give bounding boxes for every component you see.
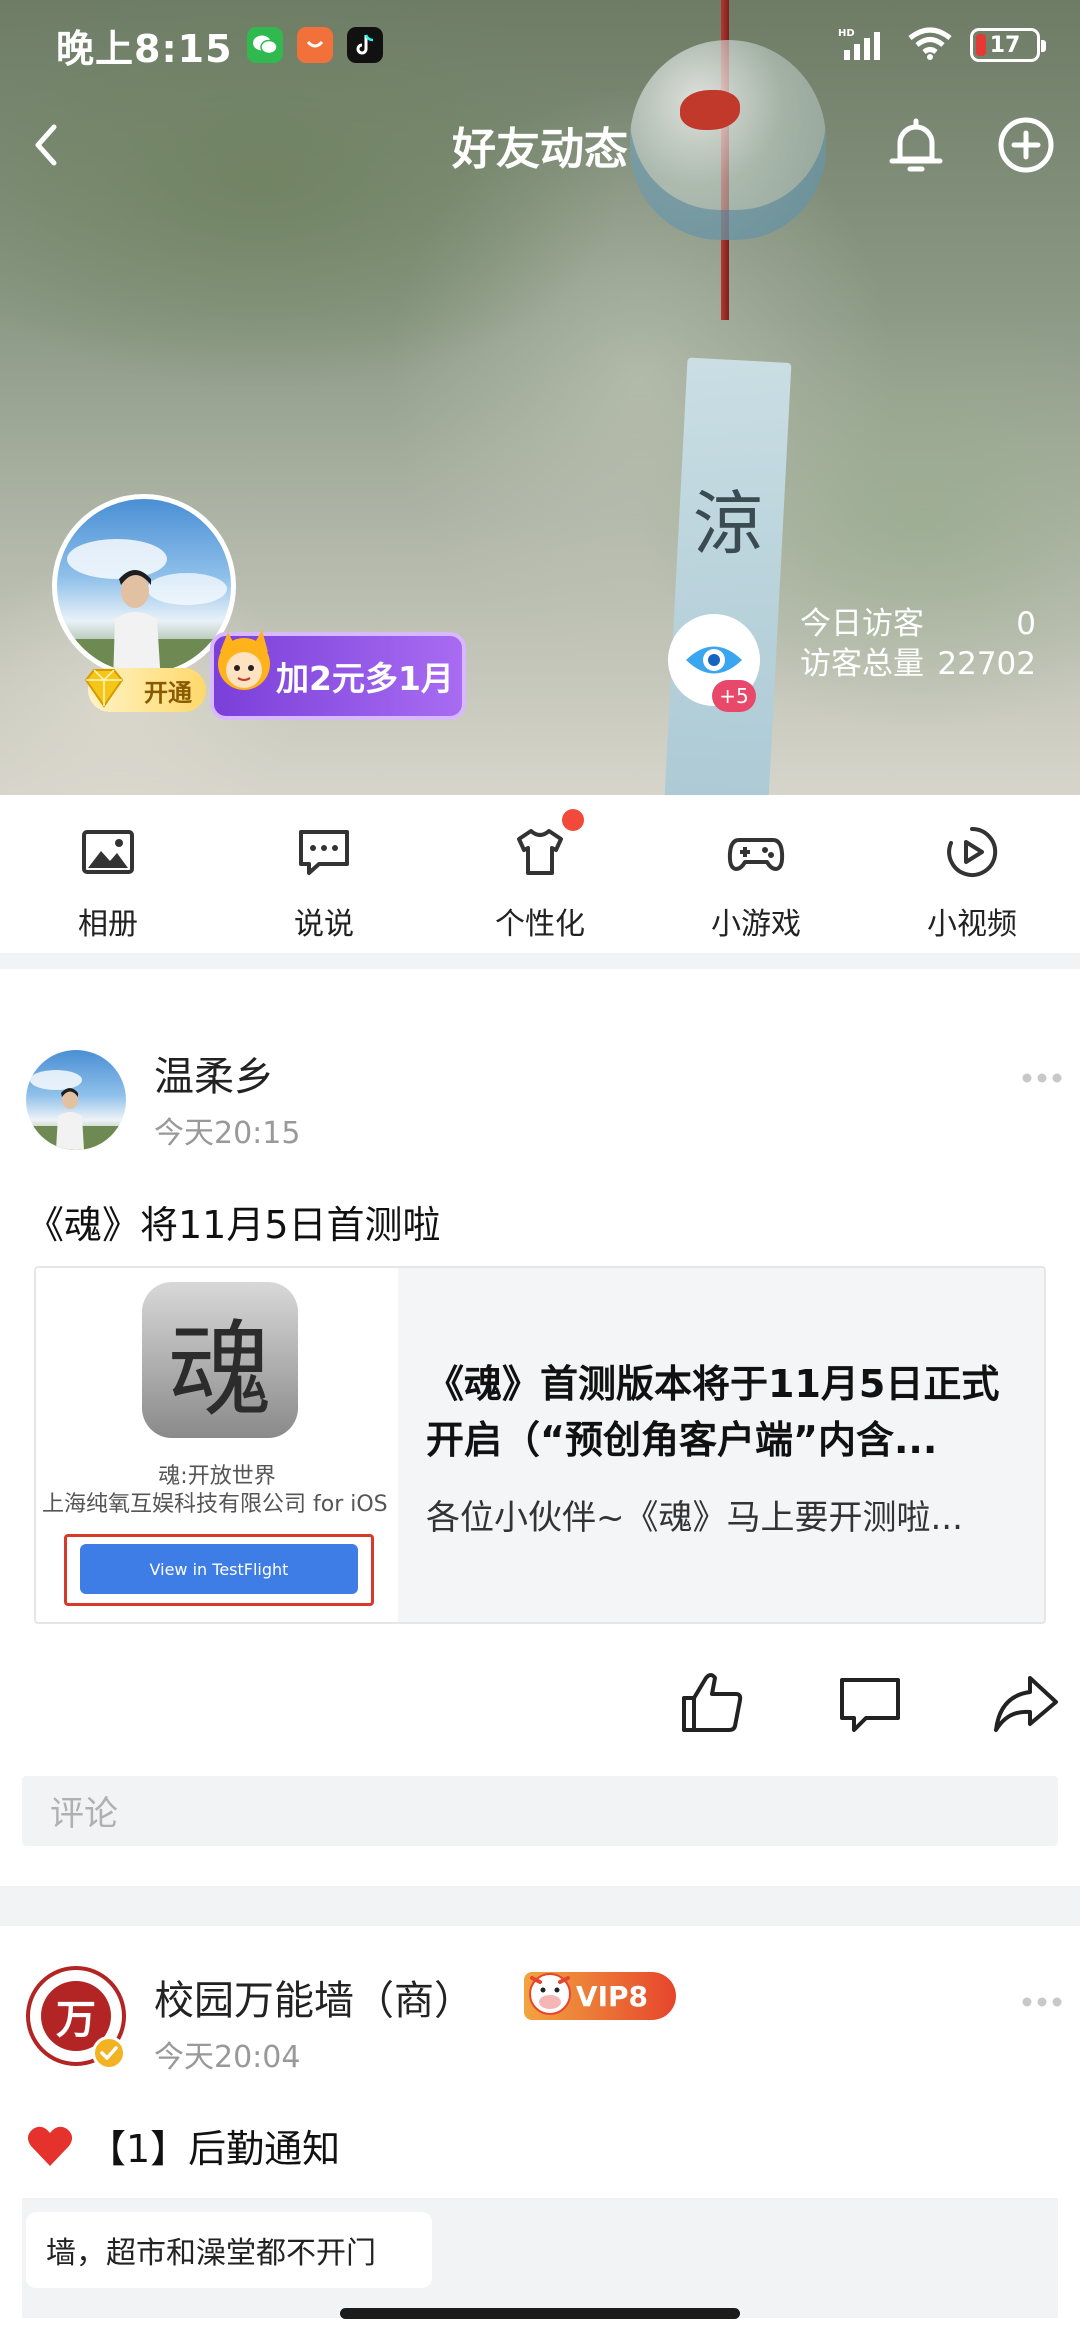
battery-level: 17 [989, 32, 1021, 58]
function-grid: 相册 说说 个性化 小游戏 小视频 [0, 795, 1080, 953]
wind-chime-character: 涼 [693, 483, 763, 565]
post-more-button[interactable] [1020, 1066, 1064, 1090]
visitor-stats[interactable]: 今日访客 0 访客总量 22702 [800, 604, 1036, 684]
status-time: 晚上8:15 [56, 26, 233, 71]
app-icon: 魂 [142, 1282, 298, 1438]
cow-mascot-icon [520, 1962, 580, 2022]
open-badge-label: 开通 [144, 678, 192, 707]
visitor-new-badge: +5 [712, 680, 756, 712]
testflight-button: View in TestFlight [80, 1544, 358, 1594]
plus-circle-icon [998, 117, 1054, 173]
post-more-button[interactable] [1020, 1990, 1064, 2014]
func-label: 个性化 [495, 907, 585, 942]
func-album[interactable]: 相册 [0, 795, 216, 953]
func-label: 说说 [294, 907, 354, 942]
visitors-today-label: 今日访客 [800, 606, 924, 642]
func-label: 小游戏 [711, 907, 801, 942]
bell-icon [889, 118, 943, 172]
section-divider [0, 953, 1080, 969]
section-divider [0, 1886, 1080, 1926]
photo-album-icon [82, 830, 134, 874]
visitors-total-label: 访客总量 [800, 646, 924, 682]
visitors-today-value: 0 [1016, 606, 1036, 642]
thumbs-up-icon [682, 1673, 743, 1732]
promo-label: 加2元多1月 [276, 659, 454, 698]
avatar-photo [26, 1070, 126, 1150]
post-author-name[interactable]: 温柔乡 [154, 1044, 274, 1102]
share-arrow-icon [994, 1676, 1058, 1732]
home-indicator[interactable] [340, 2308, 740, 2319]
wechat-icon [246, 27, 283, 63]
gamepad-icon [727, 838, 785, 871]
nav-bar: 好友动态 [0, 95, 1080, 195]
more-dots-icon [1022, 1997, 1062, 2007]
text-note-image: 墙，超市和澡堂都不开门 [26, 2212, 432, 2288]
func-shortvideo[interactable]: 小视频 [864, 795, 1080, 953]
app-developer: 上海纯氧互娱科技有限公司 for iOS [42, 1492, 388, 1517]
visitors-total-row: 访客总量 22702 [800, 644, 1036, 684]
post-content: 《魂》将11月5日首测啦 [26, 1203, 441, 1247]
post-avatar[interactable] [26, 1050, 126, 1150]
shopping-app-icon [296, 27, 333, 63]
wind-chime-strip [664, 357, 792, 803]
comment-button[interactable] [836, 1672, 904, 1736]
verified-icon [92, 2036, 126, 2070]
like-button[interactable] [678, 1668, 746, 1736]
more-dots-icon [1022, 1073, 1062, 1083]
visitors-total-value: 22702 [937, 646, 1036, 682]
post-content-text: 【1】后勤通知 [88, 2127, 341, 2171]
func-label: 相册 [78, 907, 138, 942]
func-shuoshuo[interactable]: 说说 [216, 795, 432, 953]
visitors-today-row: 今日访客 0 [800, 604, 1036, 644]
play-video-icon [947, 826, 998, 877]
card-title: 《魂》首测版本将于11月5日正式开启（“预创角客户端”内含... [426, 1362, 1000, 1462]
share-button[interactable] [992, 1672, 1060, 1736]
card-description: 各位小伙伴~《魂》马上要开测啦... [426, 1498, 963, 1538]
status-bar: 晚上8:15 HD 17 [0, 0, 1080, 90]
battery-icon: 17 [970, 28, 1046, 62]
func-personalize[interactable]: 个性化 [432, 795, 648, 953]
comment-icon [840, 1678, 900, 1732]
comment-input[interactable]: 评论 [22, 1776, 1058, 1846]
tshirt-icon [517, 829, 563, 875]
wifi-icon [908, 26, 952, 64]
shared-link-card[interactable]: 魂 魂:开放世界 上海纯氧互娱科技有限公司 for iOS View in Te… [34, 1266, 1046, 1624]
heart-icon [27, 2126, 73, 2166]
post-content: 【1】后勤通知 [26, 2118, 340, 2173]
add-post-button[interactable] [990, 109, 1062, 181]
network-label: HD [838, 28, 855, 39]
post-timestamp: 今天20:15 [154, 1116, 301, 1151]
card-thumbnail: 魂 魂:开放世界 上海纯氧互娱科技有限公司 for iOS View in Te… [36, 1268, 398, 1622]
new-dot-badge [562, 809, 584, 831]
vip-label: VIP8 [575, 1979, 648, 2013]
post-timestamp: 今天20:04 [154, 2040, 301, 2075]
tiktok-icon [346, 27, 383, 63]
mascot-icon [210, 622, 280, 708]
post-author-name[interactable]: 校园万能墙（商） [154, 1968, 474, 2026]
func-minigame[interactable]: 小游戏 [648, 795, 864, 953]
signal-icon: HD [838, 26, 890, 64]
profile-avatar[interactable] [52, 494, 236, 678]
eye-icon [686, 646, 742, 674]
notification-button[interactable] [880, 109, 952, 181]
func-label: 小视频 [927, 907, 1017, 942]
diamond-icon [80, 664, 128, 712]
message-bubble-icon [299, 830, 349, 875]
